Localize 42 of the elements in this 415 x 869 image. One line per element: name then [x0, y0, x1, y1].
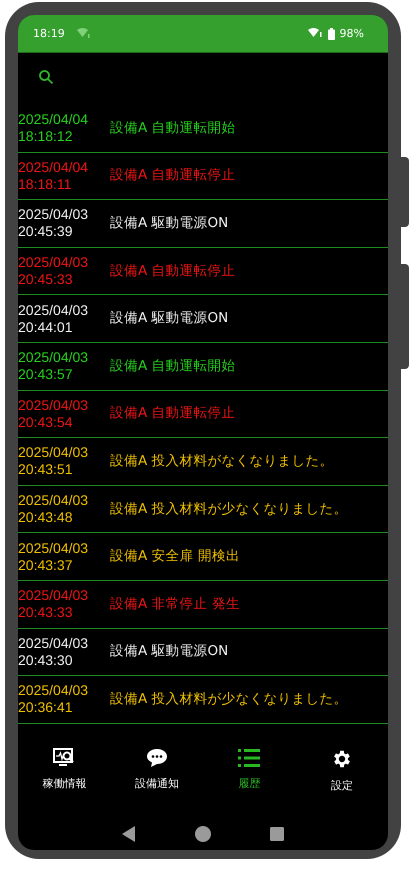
- monitor-icon: [53, 748, 76, 768]
- timestamp-text: 2025/04/03 20:43:54: [18, 396, 90, 431]
- timestamp-text: 2025/04/03 20:45:39: [18, 206, 90, 240]
- event-message: 設備A 投入材料が少なくなりました。: [110, 500, 348, 518]
- timestamp-text: 2025/04/03 20:44:01: [18, 302, 90, 336]
- event-message: 設備A 駆動電源ON: [110, 310, 228, 328]
- event-message: 設備A 自動運転開始: [110, 358, 236, 375]
- timestamp-text: 2025/04/03 20:43:57: [18, 349, 90, 384]
- event-message: 設備A 投入材料がなくなりました。: [110, 452, 334, 470]
- timestamp-text: 2025/04/03 20:43:33: [18, 587, 90, 622]
- clock-text: 18:19: [33, 27, 65, 40]
- timestamp-text: 2025/04/03 20:36:41: [18, 682, 90, 716]
- nav-tab[interactable]: 稼働情報: [18, 742, 110, 808]
- event-message: 設備A 自動運転停止: [110, 262, 236, 280]
- event-message: 設備A 投入材料が少なくなりました。: [110, 690, 348, 708]
- event-message: 設備A 駆動電源ON: [110, 643, 228, 660]
- event-message: 設備A 自動運転停止: [110, 405, 236, 422]
- event-message: 設備A 自動運転開始: [110, 120, 236, 137]
- recents-icon[interactable]: [270, 826, 284, 841]
- wifi-icon: [76, 28, 90, 39]
- wifi-icon: [308, 28, 322, 39]
- back-icon[interactable]: [122, 826, 136, 842]
- nav-tab[interactable]: 設定: [296, 742, 388, 808]
- nav-tab[interactable]: 履歴: [203, 742, 296, 808]
- event-message: 設備A 自動運転停止: [110, 167, 236, 184]
- battery-text: 98%: [340, 27, 364, 40]
- timestamp-text: 2025/04/04 18:18:12: [18, 111, 90, 146]
- list-icon: [238, 748, 260, 768]
- event-message: 設備A 駆動電源ON: [110, 214, 228, 232]
- timestamp-text: 2025/04/03 20:43:37: [18, 540, 90, 574]
- timestamp-text: 2025/04/03 20:43:51: [18, 444, 90, 478]
- timestamp-text: 2025/04/04 18:18:11: [18, 158, 90, 193]
- event-message: 設備A 安全扉 開検出: [110, 548, 240, 566]
- event-message: 設備A 非常停止 発生: [110, 596, 240, 613]
- speech-bubble-icon: [146, 748, 168, 768]
- timestamp-text: 2025/04/03 20:43:30: [18, 634, 90, 669]
- timestamp-text: 2025/04/03 20:43:48: [18, 492, 90, 526]
- home-icon[interactable]: [194, 826, 211, 842]
- battery-icon: [328, 28, 335, 40]
- timestamp-text: 2025/04/03 20:45:33: [18, 254, 90, 288]
- nav-tab[interactable]: 設備通知: [110, 742, 203, 808]
- search-icon[interactable]: [38, 68, 54, 84]
